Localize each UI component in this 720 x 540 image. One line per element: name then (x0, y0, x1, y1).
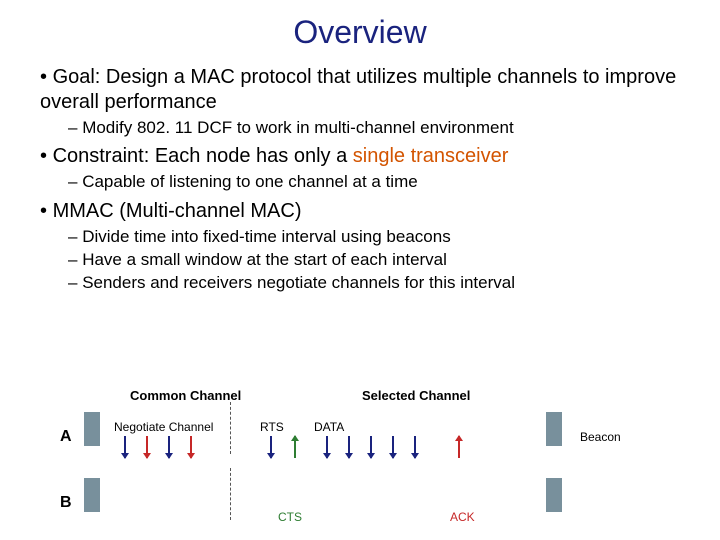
data-label: DATA (314, 420, 344, 434)
arrow-down-icon (124, 436, 126, 458)
bullet-constraint-text: Constraint: Each node has only a (53, 145, 353, 167)
arrow-down-icon (348, 436, 350, 458)
timing-diagram: Common Channel Selected Channel A B Nego… (60, 388, 660, 528)
rts-label: RTS (260, 420, 284, 434)
subbullet-listen: Capable of listening to one channel at a… (68, 171, 680, 192)
subbullet-divide: Divide time into fixed-time interval usi… (68, 226, 680, 247)
beacon-bar (546, 478, 562, 512)
common-channel-label: Common Channel (130, 388, 241, 403)
subbullet-modify: Modify 802. 11 DCF to work in multi-chan… (68, 117, 680, 138)
slide: Overview Goal: Design a MAC protocol tha… (0, 0, 720, 540)
row-a-label: A (60, 428, 72, 446)
ack-label: ACK (450, 510, 475, 524)
phase-divider (230, 468, 231, 520)
beacon-bar (84, 478, 100, 512)
arrow-down-icon (270, 436, 272, 458)
negotiate-label: Negotiate Channel (114, 420, 213, 434)
arrow-down-icon (392, 436, 394, 458)
arrow-down-icon (326, 436, 328, 458)
arrow-down-icon (414, 436, 416, 458)
arrow-down-icon (370, 436, 372, 458)
bullet-constraint: Constraint: Each node has only a single … (40, 144, 680, 169)
slide-title: Overview (0, 0, 720, 51)
bullet-goal: Goal: Design a MAC protocol that utilize… (40, 65, 680, 115)
subbullet-negotiate: Senders and receivers negotiate channels… (68, 272, 680, 293)
subbullet-window: Have a small window at the start of each… (68, 249, 680, 270)
beacon-bar (84, 412, 100, 446)
selected-channel-label: Selected Channel (362, 388, 470, 403)
cts-label: CTS (278, 510, 302, 524)
arrow-up-icon (458, 436, 460, 458)
arrow-down-icon (190, 436, 192, 458)
single-transceiver: single transceiver (353, 145, 509, 167)
arrow-down-icon (168, 436, 170, 458)
arrow-down-icon (146, 436, 148, 458)
beacon-bar (546, 412, 562, 446)
row-b-label: B (60, 494, 72, 512)
bullet-mmac: MMAC (Multi-channel MAC) (40, 199, 680, 224)
phase-divider (230, 402, 231, 454)
bullet-goal-text: Goal: Design a MAC protocol that utilize… (40, 66, 676, 113)
beacon-label: Beacon (580, 430, 621, 444)
slide-body: Goal: Design a MAC protocol that utilize… (0, 51, 720, 293)
arrow-up-icon (294, 436, 296, 458)
